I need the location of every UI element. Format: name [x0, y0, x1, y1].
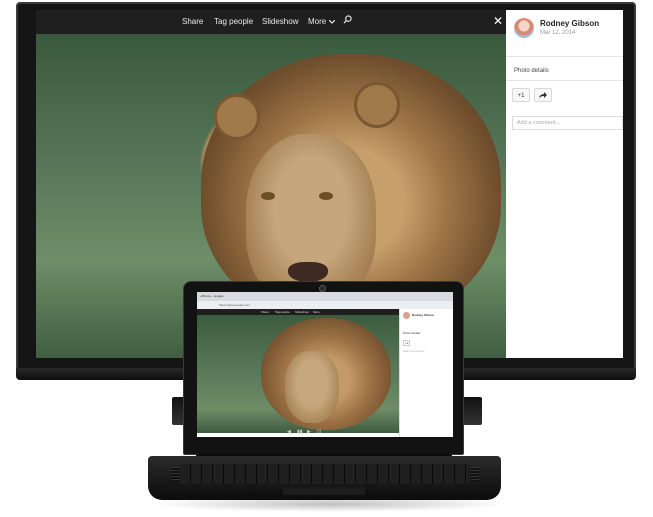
comment-input[interactable]: Add a comment...	[512, 116, 623, 130]
user-name[interactable]: Rodney Gibson	[540, 19, 599, 28]
laptop-slideshow-button[interactable]: Slideshow	[295, 310, 309, 314]
laptop-more-button[interactable]: More	[313, 310, 320, 314]
laptop-side-panel: Rodney Gibson Photo details +1 Add a com…	[399, 309, 453, 437]
search-icon[interactable]	[343, 15, 352, 26]
lion-ear-left	[214, 94, 260, 140]
touchpad[interactable]	[283, 487, 365, 495]
url-bar[interactable]: https://plus.google.com	[197, 301, 453, 309]
lion-eye-left	[261, 192, 275, 200]
lion-eye-right	[319, 192, 333, 200]
laptop-lion-face	[285, 351, 339, 423]
laptop-avatar[interactable]	[403, 312, 410, 319]
prev-icon[interactable]: ◀	[287, 429, 291, 435]
next-icon[interactable]: ▶	[307, 429, 311, 435]
plus-one-button[interactable]: +1	[512, 88, 530, 102]
close-icon[interactable]: ✕	[493, 14, 503, 28]
photo-side-panel: Rodney Gibson Mar 12, 2014 Photo details…	[506, 10, 623, 358]
photo-toolbar: Share Tag people Slideshow More ✕	[36, 10, 506, 34]
more-button[interactable]: More	[308, 17, 336, 26]
laptop-plus-one-button[interactable]: +1	[403, 340, 411, 346]
photo-date: Mar 12, 2014	[540, 30, 576, 36]
lion-nose	[288, 262, 328, 282]
url-text: https://plus.google.com	[219, 303, 250, 307]
laptop-slideshow-controls: ◀ ▮▮ ▶ ⊡	[197, 429, 453, 441]
keyboard[interactable]	[180, 464, 470, 484]
photo-details-link[interactable]: Photo details	[514, 68, 549, 74]
laptop-tag-people-button[interactable]: Tag people	[275, 310, 290, 314]
slideshow-button[interactable]: Slideshow	[262, 17, 298, 26]
divider	[506, 80, 623, 81]
panel-card: Rodney Gibson Mar 12, 2014 Photo details…	[506, 10, 623, 358]
laptop-share-button[interactable]: Share	[261, 310, 269, 314]
laptop-photo-details[interactable]: Photo details	[403, 331, 420, 335]
divider	[506, 56, 623, 57]
chevron-down-icon	[329, 19, 336, 24]
laptop-comment-input[interactable]: Add a comment...	[403, 349, 427, 353]
laptop-user-name[interactable]: Rodney Gibson	[412, 313, 434, 317]
laptop-lion-photo	[197, 315, 399, 433]
share-icon[interactable]	[534, 88, 552, 102]
webcam	[319, 285, 326, 292]
pause-icon[interactable]: ▮▮	[297, 429, 303, 435]
lion-ear-right	[354, 82, 400, 128]
share-button[interactable]: Share	[182, 17, 203, 26]
browser-tab[interactable]: +Photos - Google	[197, 292, 453, 301]
more-label: More	[308, 17, 327, 26]
laptop-screen: +Photos - Google https://plus.google.com…	[197, 292, 453, 437]
tag-people-button[interactable]: Tag people	[214, 17, 253, 26]
fullscreen-icon[interactable]: ⊡	[317, 429, 321, 435]
avatar[interactable]	[514, 18, 534, 38]
browser-tab-title: +Photos - Google	[200, 294, 224, 298]
